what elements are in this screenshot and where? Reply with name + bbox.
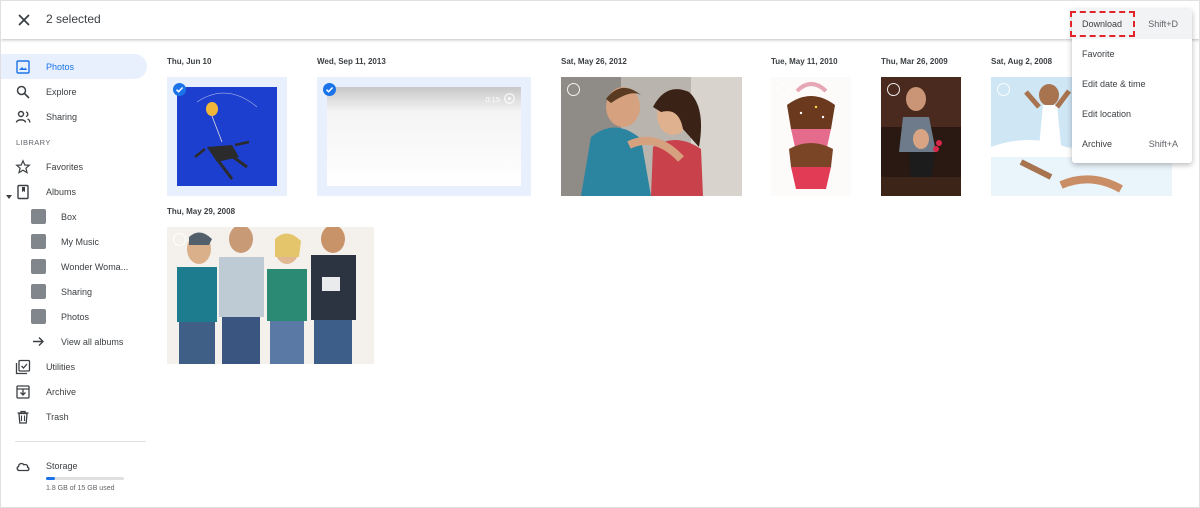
date-label: Thu, Jun 10 bbox=[167, 57, 212, 66]
date-label: Thu, Mar 26, 2009 bbox=[881, 57, 948, 66]
unselected-check-icon[interactable] bbox=[173, 233, 186, 246]
storage-progress-fill bbox=[46, 477, 56, 480]
album-thumbnail bbox=[31, 309, 46, 324]
sidebar-item-label: Sharing bbox=[46, 111, 78, 122]
menu-item-label: Download bbox=[1082, 19, 1123, 29]
menu-item-archive[interactable]: Archive Shift+A bbox=[1072, 129, 1192, 159]
unselected-check-icon[interactable] bbox=[777, 83, 790, 96]
sidebar-item-label: Trash bbox=[46, 411, 69, 422]
selected-check-icon[interactable] bbox=[323, 83, 336, 96]
selected-count: 2 selected bbox=[46, 12, 101, 26]
sidebar-item-explore[interactable]: Explore bbox=[1, 79, 147, 104]
sidebar-item-utilities[interactable]: Utilities bbox=[1, 354, 147, 379]
album-thumbnail bbox=[31, 234, 46, 249]
sidebar-item-trash[interactable]: Trash bbox=[1, 404, 147, 429]
menu-item-label: Archive bbox=[1082, 139, 1113, 149]
menu-item-favorite[interactable]: Favorite bbox=[1072, 39, 1192, 69]
sidebar-item-storage[interactable]: Storage bbox=[1, 453, 147, 478]
unselected-check-icon[interactable] bbox=[887, 83, 900, 96]
sidebar-item-label: Archive bbox=[46, 386, 77, 397]
album-label: Sharing bbox=[61, 286, 93, 297]
star-icon bbox=[15, 158, 31, 175]
sidebar: Photos Explore Sharing LIBRARY Favorites bbox=[1, 39, 151, 507]
unselected-check-icon[interactable] bbox=[567, 83, 580, 96]
sidebar-item-label: Utilities bbox=[46, 361, 76, 372]
album-icon bbox=[15, 184, 31, 200]
sidebar-item-label: Storage bbox=[46, 460, 78, 471]
selection-toolbar: 2 selected bbox=[1, 1, 1199, 39]
trash-icon bbox=[15, 409, 31, 425]
sidebar-item-favorites[interactable]: Favorites bbox=[1, 154, 147, 179]
date-label: Tue, May 11, 2010 bbox=[771, 57, 838, 66]
video-duration-text: 0:15 bbox=[485, 95, 500, 104]
search-icon bbox=[15, 84, 31, 100]
photo-thumbnail-skydiver[interactable] bbox=[167, 77, 287, 196]
menu-item-label: Edit location bbox=[1082, 109, 1132, 119]
sidebar-item-photos[interactable]: Photos bbox=[1, 54, 147, 79]
video-thumbnail[interactable]: 0:15 bbox=[317, 77, 531, 196]
album-thumbnail bbox=[31, 284, 46, 299]
cloud-icon bbox=[15, 458, 31, 474]
album-item-sharing[interactable]: Sharing bbox=[1, 279, 147, 304]
archive-icon bbox=[15, 384, 31, 400]
date-label: Sat, May 26, 2012 bbox=[561, 57, 627, 66]
sidebar-item-label: Photos bbox=[46, 61, 75, 72]
menu-item-edit-location[interactable]: Edit location bbox=[1072, 99, 1192, 129]
album-label: Box bbox=[61, 211, 77, 222]
people-icon bbox=[15, 109, 31, 125]
close-icon[interactable] bbox=[13, 9, 35, 31]
album-item-wonder-woman[interactable]: Wonder Woma... bbox=[1, 254, 147, 279]
play-circle-icon bbox=[504, 93, 515, 106]
date-label: Wed, Sep 11, 2013 bbox=[317, 57, 386, 66]
album-label: My Music bbox=[61, 236, 99, 247]
video-duration: 0:15 bbox=[485, 93, 515, 106]
unselected-check-icon[interactable] bbox=[997, 83, 1010, 96]
photo-image bbox=[167, 227, 374, 364]
sidebar-item-sharing[interactable]: Sharing bbox=[1, 104, 147, 129]
view-all-albums[interactable]: View all albums bbox=[1, 329, 147, 354]
library-section-label: LIBRARY bbox=[16, 138, 51, 147]
album-item-my-music[interactable]: My Music bbox=[1, 229, 147, 254]
menu-item-shortcut: Shift+A bbox=[1148, 139, 1178, 149]
menu-item-download[interactable]: Download Shift+D bbox=[1072, 9, 1192, 39]
album-label: Wonder Woma... bbox=[61, 261, 129, 272]
date-label: Thu, May 29, 2008 bbox=[167, 207, 236, 216]
view-all-albums-label: View all albums bbox=[61, 336, 124, 347]
menu-item-label: Favorite bbox=[1082, 49, 1115, 59]
menu-item-edit-date-time[interactable]: Edit date & time bbox=[1072, 69, 1192, 99]
utilities-icon bbox=[15, 359, 31, 375]
photo-icon bbox=[15, 59, 31, 75]
album-item-photos[interactable]: Photos bbox=[1, 304, 147, 329]
photo-thumbnail-dinner[interactable] bbox=[881, 77, 961, 196]
album-item-box[interactable]: Box bbox=[1, 204, 147, 229]
photo-thumbnail-couple[interactable] bbox=[561, 77, 742, 196]
album-thumbnail bbox=[31, 259, 46, 274]
album-thumbnail bbox=[31, 209, 46, 224]
selected-check-icon[interactable] bbox=[173, 83, 186, 96]
photo-thumbnail-friends[interactable] bbox=[167, 227, 374, 364]
storage-progress-bar bbox=[46, 477, 124, 480]
google-photos-window: 2 selected Photos Explore Sharing LIBRAR… bbox=[0, 0, 1200, 508]
sidebar-item-label: Favorites bbox=[46, 161, 84, 172]
storage-used-text: 1.8 GB of 15 GB used bbox=[46, 485, 115, 492]
more-options-menu: Download Shift+D Favorite Edit date & ti… bbox=[1072, 9, 1192, 163]
album-label: Photos bbox=[61, 311, 90, 322]
sidebar-item-label: Explore bbox=[46, 86, 77, 97]
sidebar-item-label: Albums bbox=[46, 186, 77, 197]
sidebar-divider bbox=[15, 441, 146, 442]
arrow-right-icon bbox=[31, 334, 46, 354]
menu-item-label: Edit date & time bbox=[1082, 79, 1146, 89]
photo-thumbnail-cupcakes[interactable] bbox=[771, 77, 851, 196]
sidebar-item-archive[interactable]: Archive bbox=[1, 379, 147, 404]
photo-image bbox=[561, 77, 742, 196]
photo-image bbox=[177, 87, 277, 186]
sidebar-item-albums[interactable]: Albums bbox=[1, 179, 147, 204]
menu-item-shortcut: Shift+D bbox=[1148, 19, 1178, 29]
date-label: Sat, Aug 2, 2008 bbox=[991, 57, 1053, 66]
